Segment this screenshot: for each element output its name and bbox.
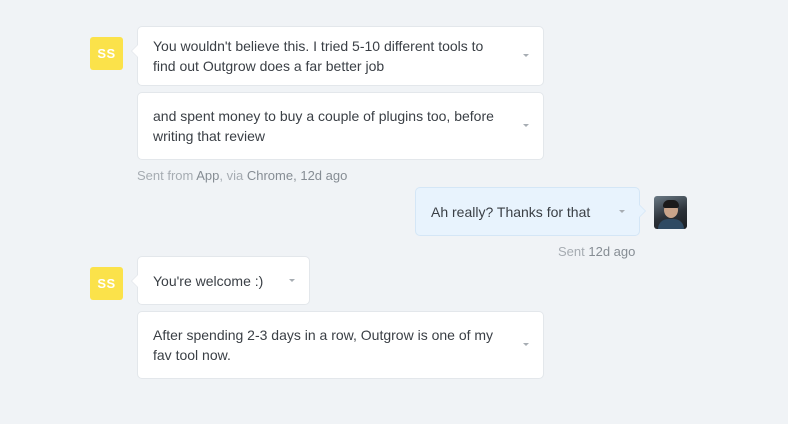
- meta-prefix: Sent from: [137, 168, 197, 183]
- avatar-hair: [663, 200, 679, 208]
- chevron-down-icon[interactable]: [523, 124, 529, 127]
- meta-time: 12d ago: [588, 244, 636, 259]
- meta-time: , 12d ago: [293, 168, 348, 183]
- chevron-down-icon[interactable]: [289, 278, 295, 282]
- avatar-shoulders: [658, 219, 684, 229]
- avatar-ss[interactable]: SS: [90, 37, 123, 70]
- message-text: After spending 2-3 days in a row, Outgro…: [153, 327, 494, 363]
- message-bubble: After spending 2-3 days in a row, Outgro…: [137, 311, 544, 379]
- message-text: You wouldn't believe this. I tried 5-10 …: [153, 38, 484, 74]
- message-bubble: and spent money to buy a couple of plugi…: [137, 92, 544, 160]
- my-message-bubble: Ah really? Thanks for that: [415, 187, 646, 236]
- message-text: and spent money to buy a couple of plugi…: [153, 108, 494, 144]
- reply-meta: Sent 12d ago: [558, 244, 635, 259]
- meta-prefix: Sent: [558, 244, 589, 259]
- message-text: Ah really? Thanks for that: [431, 203, 591, 220]
- chevron-down-icon[interactable]: [523, 54, 529, 57]
- meta-via: , via: [219, 168, 247, 183]
- meta-app: App: [196, 168, 220, 183]
- chevron-down-icon[interactable]: [619, 209, 625, 213]
- avatar-ss[interactable]: SS: [90, 267, 123, 300]
- chevron-down-icon[interactable]: [523, 343, 529, 346]
- message-bubble: You wouldn't believe this. I tried 5-10 …: [131, 26, 544, 86]
- meta-browser: Chrome: [246, 168, 294, 183]
- message-meta: Sent from App, via Chrome, 12d ago: [137, 168, 347, 183]
- avatar-user-photo[interactable]: [654, 196, 687, 229]
- message-text: You're welcome :): [153, 272, 264, 289]
- message-bubble: You're welcome :): [131, 256, 310, 305]
